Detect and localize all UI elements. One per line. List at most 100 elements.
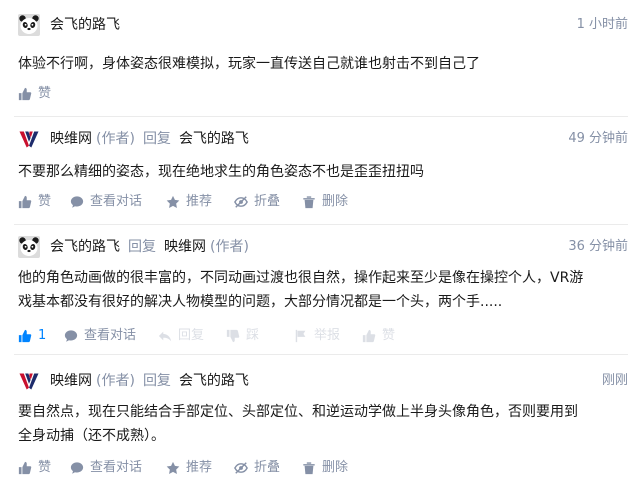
comment-content: 要自然点，现在只能结合手部定位、头部定位、和逆运动学做上半身头像角色，否则要用到… (18, 400, 628, 448)
fold-label: 折叠 (254, 460, 281, 475)
comment-author-line: 会飞的路飞 (50, 16, 120, 34)
faded-like-button[interactable]: 赞 (362, 326, 395, 346)
dislike-button[interactable]: 踩 (226, 326, 259, 346)
chat-bubble-icon (70, 461, 84, 475)
view-dialog-button[interactable]: 查看对话 (70, 458, 142, 478)
author-name[interactable]: 会飞的路飞 (50, 239, 120, 255)
author-tag: (作者) (96, 131, 135, 147)
view-dialog-button[interactable]: 查看对话 (64, 326, 136, 346)
delete-label: 删除 (322, 460, 349, 475)
panda-avatar-icon (18, 14, 40, 36)
reply-word: 回复 (142, 131, 171, 147)
panda-avatar-icon (18, 236, 40, 258)
comment-content-line: 全身动捕（还不成熟）。 (18, 428, 165, 444)
reply-word: 回复 (142, 373, 171, 389)
flag-icon (294, 329, 308, 343)
comment-item: 映维网 (作者) 回复 会飞的路飞 刚刚 要自然点，现在只能结合手部定位、头部定位、和… (0, 370, 642, 488)
delete-button[interactable]: 删除 (302, 192, 348, 212)
thumbs-up-icon (18, 461, 32, 475)
recommend-label: 推荐 (186, 460, 213, 475)
reply-button[interactable]: 回复 (158, 326, 204, 346)
recommend-label: 推荐 (186, 194, 213, 209)
recommend-button[interactable]: 推荐 (166, 458, 212, 478)
comment-content: 他的角色动画做的很丰富的，不同动画过渡也很自然，操作起来至少是像在操控个人，VR… (18, 266, 628, 314)
avatar[interactable] (18, 370, 40, 392)
star-icon (166, 195, 180, 209)
eye-slash-icon (234, 461, 248, 475)
comment-item: 会飞的路飞 1 小时前 体验不行啊，身体姿态很难模拟，玩家一直传送自己就谁也射击… (0, 14, 642, 114)
comment-header: 映维网 (作者) 回复 会飞的路飞 49 分钟前 (18, 128, 628, 150)
trash-icon (302, 195, 316, 209)
comment-content: 不要那么精细的姿态，现在绝地求生的角色姿态不也是歪歪扭扭吗 (18, 164, 424, 180)
thumbs-up-icon (18, 195, 32, 209)
fold-label: 折叠 (254, 194, 281, 209)
like-label: 赞 (38, 86, 52, 101)
yingwei-logo-icon (18, 370, 40, 392)
comment-actions: 赞 (18, 84, 628, 104)
like-count: 1 (38, 328, 47, 343)
comment-header: 会飞的路飞 1 小时前 (18, 14, 628, 36)
comment-content-line: 戏基本都没有很好的解决人物模型的问题，大部分情况都是一个头，两个手..... (18, 294, 503, 310)
author-tag: (作者) (96, 373, 135, 389)
avatar[interactable] (18, 236, 40, 258)
reply-word: 回复 (128, 239, 156, 255)
trash-icon (302, 461, 316, 475)
avatar[interactable] (18, 128, 40, 150)
delete-button[interactable]: 删除 (302, 458, 348, 478)
like-button[interactable]: 赞 (18, 458, 51, 478)
like-button[interactable]: 赞 (18, 84, 51, 104)
view-dialog-button[interactable]: 查看对话 (70, 192, 142, 212)
author-name[interactable]: 会飞的路飞 (50, 17, 120, 33)
like-label: 赞 (38, 194, 52, 209)
comment-time: 1 小时前 (576, 17, 628, 32)
thumbs-down-icon (226, 329, 240, 343)
comment-author-line: 映维网 (作者) 回复 会飞的路飞 (50, 130, 249, 148)
comment-content: 体验不行啊，身体姿态很难模拟，玩家一直传送自己就谁也射击不到自己了 (18, 56, 480, 72)
author-name[interactable]: 映维网 (50, 373, 92, 389)
reply-target-tag: (作者) (210, 239, 249, 255)
comment-item: 会飞的路飞 回复 映维网 (作者) 36 分钟前 他的角色动画做的很丰富的，不同动画过… (0, 236, 642, 354)
comment-actions: 1 查看对话 回复 踩 举报 赞 (18, 326, 628, 346)
dislike-label: 踩 (246, 328, 260, 343)
fold-button[interactable]: 折叠 (234, 192, 280, 212)
liked-button[interactable]: 1 (18, 326, 46, 346)
like-label: 赞 (38, 460, 52, 475)
comment-content-line: 他的角色动画做的很丰富的，不同动画过渡也很自然，操作起来至少是像在操控个人，VR… (18, 270, 584, 286)
yingwei-logo-icon (18, 128, 40, 150)
recommend-button[interactable]: 推荐 (166, 192, 212, 212)
delete-label: 删除 (322, 194, 349, 209)
avatar[interactable] (18, 14, 40, 36)
comment-item: 映维网 (作者) 回复 会飞的路飞 49 分钟前 不要那么精细的姿态，现在绝地求生的角… (0, 128, 642, 224)
comment-header: 映维网 (作者) 回复 会飞的路飞 刚刚 (18, 370, 628, 392)
comment-author-line: 映维网 (作者) 回复 会飞的路飞 (50, 372, 249, 390)
comment-divider (14, 354, 628, 355)
reply-target-name[interactable]: 会飞的路飞 (179, 131, 249, 147)
star-icon (166, 461, 180, 475)
reply-icon (158, 329, 172, 343)
report-label: 举报 (314, 328, 341, 343)
comment-actions: 赞 查看对话 推荐 折叠 删除 (18, 192, 628, 212)
reply-target-name[interactable]: 映维网 (164, 239, 206, 255)
reply-target-name[interactable]: 会飞的路飞 (179, 373, 249, 389)
thumbs-up-icon (18, 87, 32, 101)
comment-time: 36 分钟前 (568, 239, 628, 254)
comment-actions: 赞 查看对话 推荐 折叠 删除 (18, 458, 628, 478)
chat-bubble-icon (64, 329, 78, 343)
reply-label: 回复 (178, 328, 205, 343)
thumbs-up-icon (362, 329, 376, 343)
comment-time: 49 分钟前 (568, 131, 628, 146)
comment-time: 刚刚 (601, 373, 628, 388)
comment-author-line: 会飞的路飞 回复 映维网 (作者) (50, 238, 249, 256)
thumbs-up-icon (18, 329, 32, 343)
comment-divider (14, 116, 628, 117)
view-dialog-label: 查看对话 (84, 328, 137, 343)
like-button[interactable]: 赞 (18, 192, 51, 212)
author-name[interactable]: 映维网 (50, 131, 92, 147)
faded-like-label: 赞 (382, 328, 396, 343)
fold-button[interactable]: 折叠 (234, 458, 280, 478)
report-button[interactable]: 举报 (294, 326, 340, 346)
comment-header: 会飞的路飞 回复 映维网 (作者) 36 分钟前 (18, 236, 628, 258)
view-dialog-label: 查看对话 (90, 460, 143, 475)
comment-list: 会飞的路飞 1 小时前 体验不行啊，身体姿态很难模拟，玩家一直传送自己就谁也射击… (0, 0, 642, 495)
comment-content-line: 要自然点，现在只能结合手部定位、头部定位、和逆运动学做上半身头像角色，否则要用到 (18, 404, 578, 420)
